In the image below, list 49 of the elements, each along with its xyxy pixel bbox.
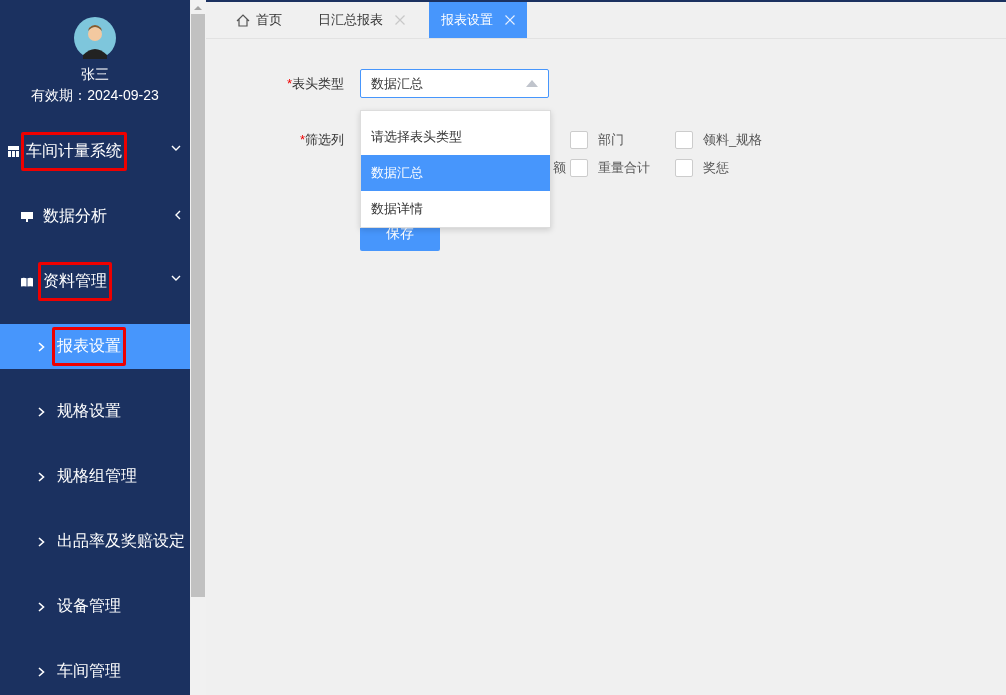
menu-label: 规格组管理: [56, 466, 138, 486]
checkbox[interactable]: [675, 159, 693, 177]
header-type-label: *表头类型: [286, 74, 344, 93]
menu-item[interactable]: 设备管理: [0, 574, 190, 639]
home-icon: [236, 13, 250, 27]
chevron-right-icon: [38, 601, 45, 612]
menu-item[interactable]: 车间计量系统: [0, 119, 190, 184]
menu-item[interactable]: 车间管理: [0, 639, 190, 695]
dropdown-option[interactable]: 请选择表头类型: [361, 119, 550, 155]
checkbox-label: 部门: [598, 131, 624, 149]
checkbox[interactable]: [570, 159, 588, 177]
menu-label: 资料管理: [38, 262, 112, 301]
checkbox[interactable]: [675, 131, 693, 149]
header-type-select[interactable]: 数据汇总: [360, 69, 549, 98]
chevron-right-icon: [38, 341, 45, 352]
validity-date: 有效期：2024-09-23: [31, 86, 159, 104]
tab[interactable]: 首页: [224, 2, 294, 38]
checkbox-label: 领料_规格: [703, 131, 763, 149]
scrollbar-thumb[interactable]: [191, 14, 205, 597]
menu-item[interactable]: 出品率及奖赔设定: [0, 509, 190, 574]
menu-label: 数据分析: [42, 206, 108, 226]
chevron-right-icon: [38, 406, 45, 417]
checkbox-label: 重量合计: [598, 159, 650, 177]
menu-label: 设备管理: [56, 596, 122, 616]
filter-columns-label: *筛选列: [298, 131, 344, 149]
chevron-right-icon: [38, 471, 45, 482]
menu-item[interactable]: 资料管理: [0, 249, 190, 314]
menu-label: 车间计量系统: [21, 132, 127, 171]
menu-label: 规格设置: [56, 401, 122, 421]
avatar-icon: [74, 17, 116, 59]
grid-icon: [8, 146, 20, 157]
checkbox-label: 奖惩: [703, 159, 729, 177]
menu-item[interactable]: 数据分析: [0, 184, 190, 249]
monitor-icon: [21, 211, 33, 222]
scrollbar[interactable]: [190, 0, 206, 695]
checkbox[interactable]: [570, 131, 588, 149]
close-icon[interactable]: [395, 15, 405, 25]
tab[interactable]: 日汇总报表: [306, 2, 417, 38]
menu-label: 车间管理: [56, 661, 122, 681]
book-icon: [21, 276, 33, 287]
menu-label: 出品率及奖赔设定: [56, 531, 186, 551]
scroll-up-icon[interactable]: [194, 6, 202, 10]
chevron-right-icon: [38, 666, 45, 677]
chevron-right-icon: [38, 536, 45, 547]
menu-item[interactable]: 规格设置: [0, 379, 190, 444]
menu-item[interactable]: 规格组管理: [0, 444, 190, 509]
user-name: 张三: [81, 65, 109, 83]
menu-label: 报表设置: [52, 327, 126, 366]
checkbox-label: 额: [553, 159, 566, 177]
